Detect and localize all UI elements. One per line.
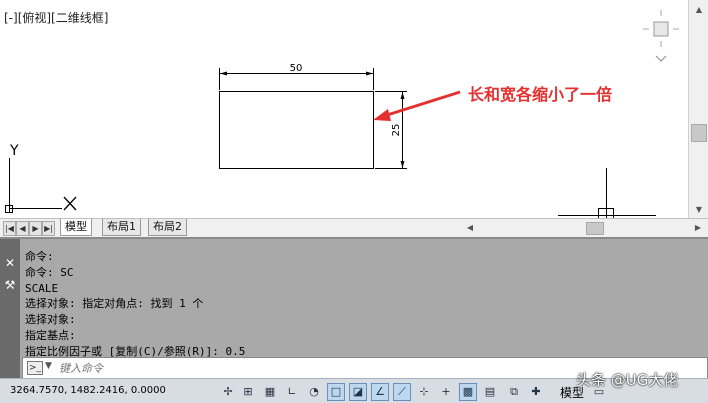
quick-properties-icon[interactable]: ▤ <box>481 383 499 401</box>
crosshair-cursor <box>558 168 656 218</box>
infer-constraints-icon[interactable]: ✢ <box>219 383 237 401</box>
arrow-head <box>400 161 405 168</box>
annotation-monitor-icon[interactable]: ✚ <box>527 383 545 401</box>
vertical-scroll-thumb[interactable] <box>691 124 707 142</box>
tab-layout1[interactable]: 布局1 <box>102 219 141 236</box>
scroll-down-icon[interactable]: ▼ <box>689 202 708 218</box>
ucs-x-label-icon <box>63 196 77 211</box>
tab-layout2[interactable]: 布局2 <box>148 219 187 236</box>
recent-commands-dropdown-icon[interactable]: ▼ <box>45 361 52 371</box>
grid-display-icon[interactable]: ▦ <box>261 383 279 401</box>
coordinates-readout[interactable]: 3264.7570, 1482.2416, 0.0000 <box>10 385 166 396</box>
polar-tracking-icon[interactable]: ◔ <box>305 383 323 401</box>
ucs-icon: Y <box>5 143 77 213</box>
scroll-right-icon[interactable]: ▶ <box>688 220 708 236</box>
close-icon[interactable]: ✕ <box>4 257 16 269</box>
annotation-text: 长和宽各缩小了一倍 <box>468 85 613 104</box>
selection-cycling-icon[interactable]: ⧉ <box>505 383 523 401</box>
view-cube[interactable] <box>643 10 679 62</box>
ortho-mode-icon[interactable]: ∟ <box>283 383 301 401</box>
tab-last-icon[interactable]: ▶| <box>42 221 55 236</box>
scroll-up-icon[interactable]: ▲ <box>689 2 708 18</box>
horizontal-scrollbar[interactable]: ◀ ▶ <box>458 218 708 237</box>
layout-tab-bar: |◀ ◀ ▶ ▶| 模型 布局1 布局2 <box>0 218 458 237</box>
drawing-viewport[interactable]: [-][俯视][二维线框] 50 25 Y 长和宽各缩小了一倍 <box>0 0 688 218</box>
command-history-line: 指定基点: <box>25 328 76 342</box>
dimension-text-width: 50 <box>290 63 303 74</box>
dynamic-input-icon[interactable]: ⊹ <box>415 383 433 401</box>
dimension-width[interactable]: 50 <box>219 63 374 90</box>
callout-arrow-line <box>383 90 461 118</box>
view-cube-face[interactable] <box>653 21 669 37</box>
view-cube-menu-icon[interactable] <box>655 55 667 62</box>
scaled-rectangle[interactable] <box>219 91 374 169</box>
command-history-line: 选择对象: <box>25 313 76 327</box>
object-snap-tracking-icon[interactable]: ∠ <box>371 383 389 401</box>
command-prompt-icon[interactable]: >_ <box>27 361 43 375</box>
transparency-icon[interactable]: ▩ <box>459 383 477 401</box>
dimension-height[interactable]: 25 <box>375 91 407 169</box>
tab-prev-icon[interactable]: ◀ <box>16 221 29 236</box>
tab-first-icon[interactable]: |◀ <box>3 221 16 236</box>
horizontal-scroll-thumb[interactable] <box>586 222 604 235</box>
callout-arrow <box>373 90 461 121</box>
object-snap-icon[interactable]: □ <box>327 383 345 401</box>
command-history-line: 命令: SC <box>25 265 74 279</box>
wrench-icon[interactable]: ⚒ <box>4 279 16 291</box>
arrow-head <box>366 71 373 76</box>
vertical-scrollbar[interactable]: ▲ ▼ <box>688 0 708 218</box>
dynamic-ucs-icon[interactable]: ⟋ <box>393 383 411 401</box>
tab-next-icon[interactable]: ▶ <box>29 221 42 236</box>
command-history-line: 命令: <box>25 250 54 263</box>
tab-model[interactable]: 模型 <box>60 219 92 236</box>
command-window-grip[interactable]: ✕ ⚒ <box>0 239 20 380</box>
drawing-canvas[interactable]: 50 25 Y <box>0 0 688 218</box>
command-history: 命令: 命令: SC SCALE 选择对象: 指定对角点: 找到 1 个选择对象: 指定… <box>25 249 245 360</box>
ucs-y-label: Y <box>9 143 19 159</box>
dimension-text-height: 25 <box>391 124 402 137</box>
watermark: 头条 @UG大佬 <box>576 371 679 389</box>
command-window: ✕ ⚒ 命令: 命令: SC SCALE 选择对象: 指定对角点: 找到 1 个选择对… <box>0 237 708 380</box>
command-history-line: SCALE <box>25 281 59 295</box>
lineweight-icon[interactable]: + <box>437 383 455 401</box>
scroll-left-icon[interactable]: ◀ <box>460 220 480 236</box>
command-history-line: 选择对象: 指定对角点: 找到 1 个 <box>25 297 204 311</box>
callout-arrow-head <box>373 109 391 121</box>
3d-object-snap-icon[interactable]: ◪ <box>349 383 367 401</box>
snap-mode-icon[interactable]: ⊞ <box>239 383 257 401</box>
arrow-head <box>400 92 405 99</box>
arrow-head <box>220 71 227 76</box>
